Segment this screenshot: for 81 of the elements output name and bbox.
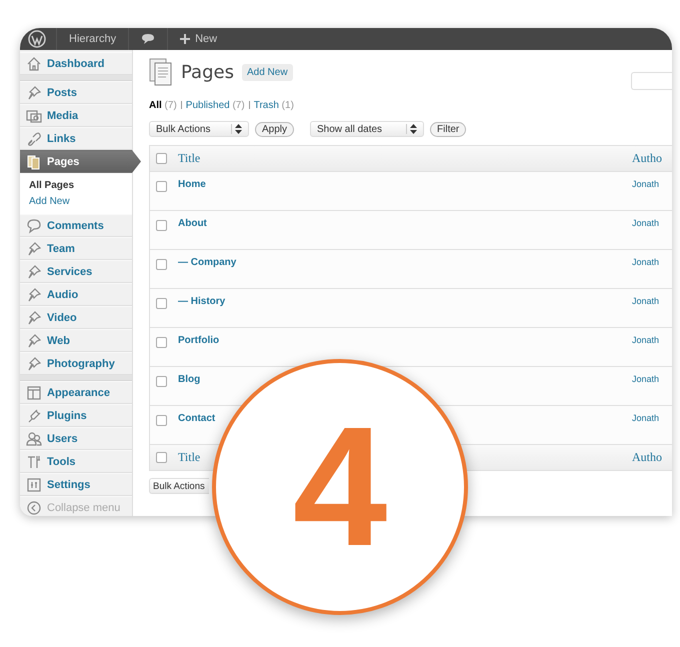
checkbox[interactable] [156,181,167,192]
author-link[interactable]: Jonath [632,335,660,345]
view-filter-link[interactable]: Trash (1) [254,100,294,110]
author-link[interactable]: Jonath [632,374,660,384]
menu-item[interactable]: Posts [20,81,132,104]
collapse-icon [26,500,42,516]
layout-icon [26,384,42,400]
author-link[interactable]: Jonath [632,218,660,228]
tools-icon [26,454,42,470]
up-down-arrows-icon [231,124,242,134]
pages-icon [26,154,42,170]
pin-icon [26,264,42,280]
menu-item[interactable]: Appearance [20,381,132,404]
view-filter-link[interactable]: Published (7) [186,100,245,110]
dropdown[interactable]: Bulk Actions [149,478,209,494]
new-link[interactable]: New [195,33,218,45]
menu-item[interactable]: Video [20,306,132,329]
checkbox[interactable] [156,259,167,270]
menu-item[interactable]: Users [20,427,132,450]
site-name-link[interactable]: Hierarchy [69,33,116,45]
pin-icon [26,286,42,302]
media-icon [26,108,42,124]
add-new-button[interactable]: Add New [242,64,293,80]
author-link[interactable]: Jonath [632,179,660,189]
checkbox[interactable] [156,415,167,426]
page-title-link[interactable]: Home [178,179,206,190]
page-title-link[interactable]: Portfolio [178,335,220,346]
dropdown[interactable]: Show all dates [310,121,424,137]
plus-icon [180,34,190,44]
filter-button[interactable]: Filter [430,122,466,136]
checkbox[interactable] [156,376,167,387]
author-link[interactable]: Jonath [632,257,660,267]
pin-icon [26,240,42,256]
dropdown[interactable]: Bulk Actions [149,121,249,137]
menu-item[interactable]: Pages [20,150,141,173]
page-title: Pages [181,62,234,82]
checkbox[interactable] [156,337,167,348]
link-icon [26,130,42,146]
step-number: 4 [292,402,388,572]
page-title-link[interactable]: — Company [178,257,236,268]
menu-item[interactable]: Media [20,104,132,127]
pin-icon [26,84,42,100]
column-header[interactable]: Autho [632,450,662,465]
house-icon [26,56,42,72]
column-header[interactable]: Title [178,151,200,166]
apply-button[interactable]: Apply [255,122,294,136]
page-title-link[interactable]: About [178,218,207,229]
plug-icon [26,408,42,424]
wordpress-logo-icon [28,30,46,48]
menu-item[interactable]: Comments [20,214,132,237]
menu-item[interactable]: Settings [20,473,132,496]
submenu-item[interactable]: Add New [20,194,132,210]
author-link[interactable]: Jonath [632,296,660,306]
menu-item[interactable]: Services [20,260,132,283]
pin-icon [26,310,42,326]
comment-icon [141,33,156,45]
column-header[interactable]: Title [178,450,200,465]
pages-icon [149,58,173,86]
checkbox[interactable] [156,298,167,309]
settings-icon [26,476,42,492]
up-down-arrows-icon [406,124,418,134]
column-header[interactable]: Autho [632,151,662,166]
pin-icon [26,356,42,372]
speech-bubble-icon [26,218,42,234]
menu-item[interactable]: Tools [20,450,132,473]
checkbox[interactable] [156,452,167,463]
submenu-item[interactable]: All Pages [20,178,132,194]
menu-item[interactable]: Audio [20,283,132,306]
view-filter-link[interactable]: All (7) [149,100,177,110]
author-link[interactable]: Jonath [632,413,660,423]
menu-item[interactable]: Web [20,329,132,352]
checkbox[interactable] [156,153,167,164]
checkbox[interactable] [156,220,167,231]
menu-item[interactable]: Plugins [20,404,132,427]
users-icon [26,430,42,446]
menu-item[interactable]: Team [20,237,132,260]
page-title-link[interactable]: — History [178,296,226,307]
page-title-link[interactable]: Contact [178,413,216,424]
pin-icon [26,332,42,348]
search-field[interactable] [631,72,672,90]
page-title-link[interactable]: Blog [178,374,200,385]
